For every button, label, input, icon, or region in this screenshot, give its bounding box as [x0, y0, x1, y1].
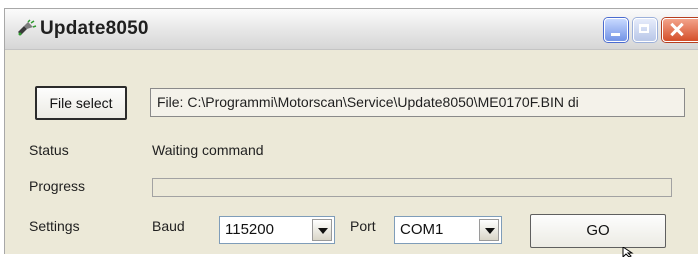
- window-title: Update8050: [40, 18, 149, 39]
- close-icon[interactable]: [662, 18, 698, 42]
- file-path-field: File: C:\Programmi\Motorscan\Service\Upd…: [150, 88, 685, 117]
- baud-select[interactable]: 115200: [219, 216, 335, 244]
- maximize-icon[interactable]: [633, 18, 657, 42]
- go-button[interactable]: GO: [530, 214, 666, 248]
- baud-label: Baud: [152, 218, 185, 234]
- mouse-cursor-icon: [622, 247, 634, 257]
- status-value: Waiting command: [152, 142, 264, 158]
- baud-value: 115200: [225, 221, 274, 238]
- file-select-button[interactable]: File select: [35, 86, 127, 120]
- chevron-down-icon[interactable]: [312, 219, 332, 241]
- port-value: COM1: [400, 221, 444, 238]
- port-label: Port: [350, 218, 376, 234]
- chevron-down-icon[interactable]: [479, 219, 499, 241]
- minimize-icon[interactable]: [604, 18, 628, 42]
- progress-bar: [152, 178, 672, 197]
- port-select[interactable]: COM1: [394, 216, 502, 244]
- settings-label: Settings: [29, 218, 80, 234]
- app-window: Update8050 File select File: C:\Programm…: [4, 8, 698, 254]
- progress-label: Progress: [29, 178, 86, 194]
- form-body: File select File: C:\Programmi\Motorscan…: [5, 50, 698, 254]
- app-icon: [18, 19, 37, 36]
- title-bar[interactable]: Update8050: [5, 9, 698, 50]
- status-label: Status: [29, 142, 69, 158]
